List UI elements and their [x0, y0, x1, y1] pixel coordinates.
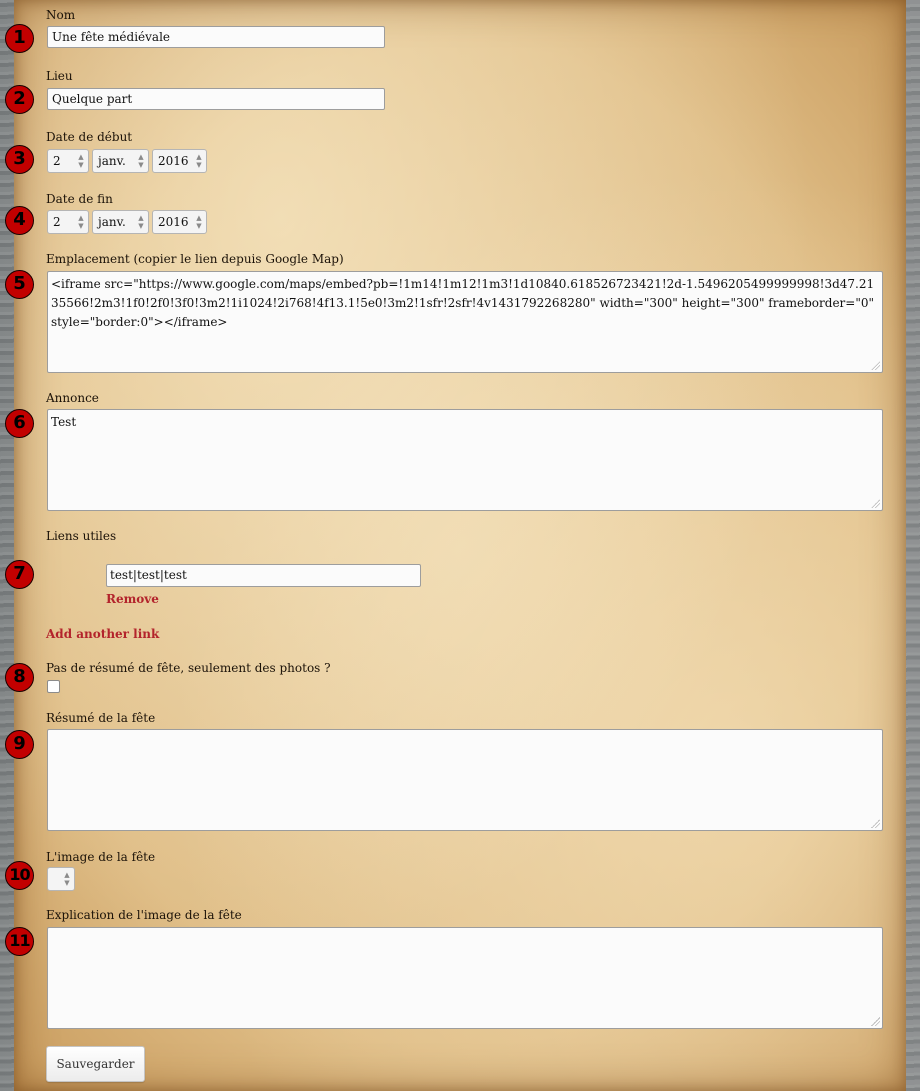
label-lieu: Lieu — [46, 69, 73, 83]
emplacement-textarea[interactable]: <iframe src="https://www.google.com/maps… — [47, 271, 883, 373]
date-debut-day-select[interactable]: 2 ▲ ▼ — [47, 149, 89, 173]
spinner-icon: ▲ ▼ — [196, 153, 202, 169]
remove-link[interactable]: Remove — [106, 592, 159, 606]
label-resume: Résumé de la fête — [46, 711, 156, 725]
lieu-input[interactable]: Quelque part — [47, 88, 385, 110]
badge-10: 10 — [5, 861, 34, 890]
badge-11: 11 — [5, 927, 34, 956]
date-fin-year-value: 2016 — [158, 215, 189, 229]
lien-input[interactable]: test|test|test — [106, 564, 421, 587]
annonce-textarea[interactable]: Test — [47, 409, 883, 511]
date-fin-month-value: janv. — [98, 215, 126, 229]
image-select[interactable]: ▲ ▼ — [47, 867, 75, 891]
spinner-icon: ▲ ▼ — [78, 153, 84, 169]
badge-7: 7 — [5, 560, 34, 589]
badge-8: 8 — [5, 663, 34, 692]
date-fin-month-select[interactable]: janv. ▲ ▼ — [92, 210, 149, 234]
pas-resume-checkbox[interactable] — [47, 680, 60, 693]
badge-6: 6 — [5, 409, 34, 438]
spinner-icon: ▲ ▼ — [138, 214, 144, 230]
date-debut-year-value: 2016 — [158, 154, 189, 168]
spinner-icon: ▲ ▼ — [138, 153, 144, 169]
label-date-fin: Date de fin — [46, 192, 113, 206]
emplacement-value: <iframe src="https://www.google.com/maps… — [51, 277, 875, 329]
spinner-icon: ▲ ▼ — [64, 871, 70, 887]
label-nom: Nom — [46, 8, 76, 22]
date-fin-day-value: 2 — [53, 215, 61, 229]
nom-input[interactable]: Une fête médiévale — [47, 26, 385, 48]
date-fin-year-select[interactable]: 2016 ▲ ▼ — [152, 210, 207, 234]
badge-2: 2 — [5, 85, 34, 114]
label-liens: Liens utiles — [46, 529, 117, 543]
date-debut-year-select[interactable]: 2016 ▲ ▼ — [152, 149, 207, 173]
date-fin-day-select[interactable]: 2 ▲ ▼ — [47, 210, 89, 234]
save-button[interactable]: Sauvegarder — [46, 1046, 145, 1082]
badge-4: 4 — [5, 206, 34, 235]
label-explication: Explication de l'image de la fête — [46, 908, 242, 922]
explication-textarea[interactable] — [47, 927, 883, 1029]
resize-grip-icon[interactable] — [871, 499, 880, 508]
badge-9: 9 — [5, 730, 34, 759]
label-emplacement: Emplacement (copier le lien depuis Googl… — [46, 252, 344, 266]
badge-3: 3 — [5, 145, 34, 174]
resume-textarea[interactable] — [47, 729, 883, 831]
badge-5: 5 — [5, 270, 34, 299]
resize-grip-icon[interactable] — [871, 361, 880, 370]
resize-grip-icon[interactable] — [871, 1017, 880, 1026]
label-annonce: Annonce — [46, 391, 99, 405]
badge-1: 1 — [5, 24, 34, 53]
date-debut-month-value: janv. — [98, 154, 126, 168]
annonce-value: Test — [51, 415, 77, 429]
resize-grip-icon[interactable] — [871, 819, 880, 828]
label-image: L'image de la fête — [46, 850, 156, 864]
add-link[interactable]: Add another link — [46, 627, 159, 641]
date-debut-day-value: 2 — [53, 154, 61, 168]
date-debut-month-select[interactable]: janv. ▲ ▼ — [92, 149, 149, 173]
spinner-icon: ▲ ▼ — [78, 214, 84, 230]
label-pas-resume: Pas de résumé de fête, seulement des pho… — [46, 661, 331, 675]
label-date-debut: Date de début — [46, 130, 133, 144]
spinner-icon: ▲ ▼ — [196, 214, 202, 230]
